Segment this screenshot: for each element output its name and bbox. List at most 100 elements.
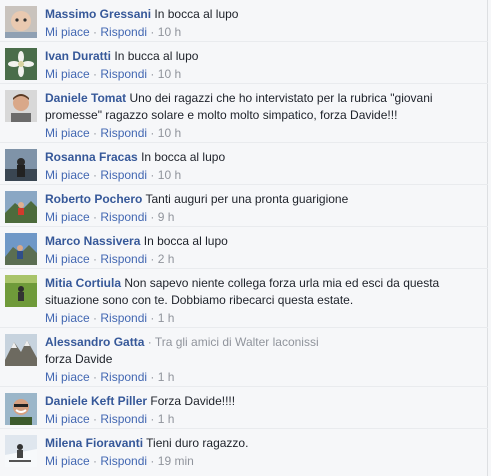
- like-link[interactable]: Mi piace: [45, 126, 90, 140]
- comment-text: Tanti auguri per una pronta guarigione: [145, 192, 349, 206]
- comment-actions: Mi piace · Rispondi · 19 min: [45, 454, 194, 468]
- comment-text: In bocca al lupo: [154, 7, 239, 21]
- like-link[interactable]: Mi piace: [45, 67, 90, 81]
- reply-link[interactable]: Rispondi: [100, 126, 147, 140]
- comment-text: Forza Davide!!!!: [150, 394, 236, 408]
- baby-photo-icon[interactable]: [5, 6, 37, 38]
- separator: ·: [150, 210, 155, 224]
- comment-author[interactable]: Marco Nassivera: [45, 234, 140, 248]
- like-link[interactable]: Mi piace: [45, 25, 90, 39]
- comment-text: In bocca al lupo: [141, 150, 226, 164]
- separator: ·: [93, 168, 98, 182]
- comment-timestamp[interactable]: 10 h: [158, 168, 181, 182]
- edelweiss-photo-icon[interactable]: [5, 48, 37, 80]
- like-link[interactable]: Mi piace: [45, 454, 90, 468]
- separator: ·: [150, 311, 155, 325]
- comment-author[interactable]: Mitia Cortiula: [45, 276, 121, 290]
- comment-actions: Mi piace · Rispondi · 10 h: [45, 25, 181, 39]
- comment-body: Ivan Duratti In bucca al lupo: [45, 48, 477, 65]
- like-link[interactable]: Mi piace: [45, 168, 90, 182]
- comment-text: Tieni duro ragazzo.: [146, 436, 249, 450]
- separator: ·: [150, 370, 155, 384]
- comment-author[interactable]: Ivan Duratti: [45, 49, 111, 63]
- comment-body: Roberto Pochero Tanti auguri per una pro…: [45, 191, 477, 208]
- reply-link[interactable]: Rispondi: [100, 454, 147, 468]
- comment-actions: Mi piace · Rispondi · 2 h: [45, 252, 174, 266]
- separator: ·: [93, 412, 98, 426]
- comment-author[interactable]: Massimo Gressani: [45, 7, 151, 21]
- separator: ·: [150, 168, 155, 182]
- separator: ·: [150, 25, 155, 39]
- comment-body: Daniele Keft Piller Forza Davide!!!!: [45, 393, 477, 410]
- like-link[interactable]: Mi piace: [45, 252, 90, 266]
- separator: ·: [93, 252, 98, 266]
- comment-body: Rosanna Fracas In bocca al lupo: [45, 149, 477, 166]
- reply-link[interactable]: Rispondi: [100, 370, 147, 384]
- separator: ·: [93, 25, 98, 39]
- grass-field-photo-icon[interactable]: [5, 275, 37, 307]
- comment-item: Mitia Cortiula Non sapevo niente collega…: [0, 269, 488, 328]
- separator: ·: [93, 454, 98, 468]
- portrait-photo-icon[interactable]: [5, 90, 37, 122]
- comment-author[interactable]: Milena Fioravanti: [45, 436, 143, 450]
- comment-body: Marco Nassivera In bocca al lupo: [45, 233, 477, 250]
- rocky-mountain-photo-icon[interactable]: [5, 334, 37, 366]
- comment-item: Milena Fioravanti Tieni duro ragazzo. Mi…: [0, 429, 488, 476]
- comment-body: Daniele Tomat Uno dei ragazzi che ho int…: [45, 90, 477, 124]
- comment-timestamp[interactable]: 10 h: [158, 25, 181, 39]
- snow-skier-photo-icon[interactable]: [5, 435, 37, 467]
- reply-link[interactable]: Rispondi: [100, 311, 147, 325]
- mountain-biker-photo-icon[interactable]: [5, 191, 37, 223]
- comment-author[interactable]: Alessandro Gatta: [45, 335, 144, 349]
- like-link[interactable]: Mi piace: [45, 210, 90, 224]
- dark-figure-photo-icon[interactable]: [5, 149, 37, 181]
- like-link[interactable]: Mi piace: [45, 311, 90, 325]
- comment-item: Marco Nassivera In bocca al lupo Mi piac…: [0, 227, 488, 269]
- reply-link[interactable]: Rispondi: [100, 67, 147, 81]
- comment-timestamp[interactable]: 19 min: [158, 454, 194, 468]
- separator: ·: [93, 370, 98, 384]
- comment-body: Alessandro Gatta · Tra gli amici di Walt…: [45, 334, 477, 368]
- like-link[interactable]: Mi piace: [45, 412, 90, 426]
- reply-link[interactable]: Rispondi: [100, 210, 147, 224]
- comment-actions: Mi piace · Rispondi · 1 h: [45, 311, 174, 325]
- comment-actions: Mi piace · Rispondi · 10 h: [45, 67, 181, 81]
- comment-timestamp[interactable]: 1 h: [158, 370, 175, 384]
- comment-item: Daniele Tomat Uno dei ragazzi che ho int…: [0, 84, 488, 143]
- reply-link[interactable]: Rispondi: [100, 25, 147, 39]
- comment-timestamp[interactable]: 9 h: [158, 210, 175, 224]
- separator: ·: [150, 67, 155, 81]
- comment-item: Massimo Gressani In bocca al lupo Mi pia…: [0, 0, 488, 42]
- comment-actions: Mi piace · Rispondi · 10 h: [45, 126, 181, 140]
- reply-link[interactable]: Rispondi: [100, 252, 147, 266]
- separator: ·: [150, 454, 155, 468]
- comment-author[interactable]: Daniele Tomat: [45, 91, 126, 105]
- comment-timestamp[interactable]: 10 h: [158, 126, 181, 140]
- comment-actions: Mi piace · Rispondi · 10 h: [45, 168, 181, 182]
- reply-link[interactable]: Rispondi: [100, 168, 147, 182]
- comment-actions: Mi piace · Rispondi · 9 h: [45, 210, 174, 224]
- comment-timestamp[interactable]: 1 h: [158, 311, 175, 325]
- separator: ·: [150, 126, 155, 140]
- comment-author[interactable]: Roberto Pochero: [45, 192, 142, 206]
- comment-item: Daniele Keft Piller Forza Davide!!!! Mi …: [0, 387, 488, 429]
- smiling-man-photo-icon[interactable]: [5, 393, 37, 425]
- comment-item: Rosanna Fracas In bocca al lupo Mi piace…: [0, 143, 488, 185]
- separator: ·: [93, 67, 98, 81]
- comment-author[interactable]: Rosanna Fracas: [45, 150, 138, 164]
- comment-list: Massimo Gressani In bocca al lupo Mi pia…: [0, 0, 488, 476]
- comment-author[interactable]: Daniele Keft Piller: [45, 394, 147, 408]
- comment-item: Roberto Pochero Tanti auguri per una pro…: [0, 185, 488, 227]
- comment-text: In bucca al lupo: [114, 49, 199, 63]
- mountain-hiker-photo-icon[interactable]: [5, 233, 37, 265]
- comment-body: Massimo Gressani In bocca al lupo: [45, 6, 477, 23]
- separator: ·: [150, 412, 155, 426]
- comment-actions: Mi piace · Rispondi · 1 h: [45, 412, 174, 426]
- reply-link[interactable]: Rispondi: [100, 412, 147, 426]
- like-link[interactable]: Mi piace: [45, 370, 90, 384]
- comment-timestamp[interactable]: 10 h: [158, 67, 181, 81]
- comment-timestamp[interactable]: 2 h: [158, 252, 175, 266]
- comment-body: Mitia Cortiula Non sapevo niente collega…: [45, 275, 477, 309]
- comment-timestamp[interactable]: 1 h: [158, 412, 175, 426]
- comment-text: In bocca al lupo: [143, 234, 228, 248]
